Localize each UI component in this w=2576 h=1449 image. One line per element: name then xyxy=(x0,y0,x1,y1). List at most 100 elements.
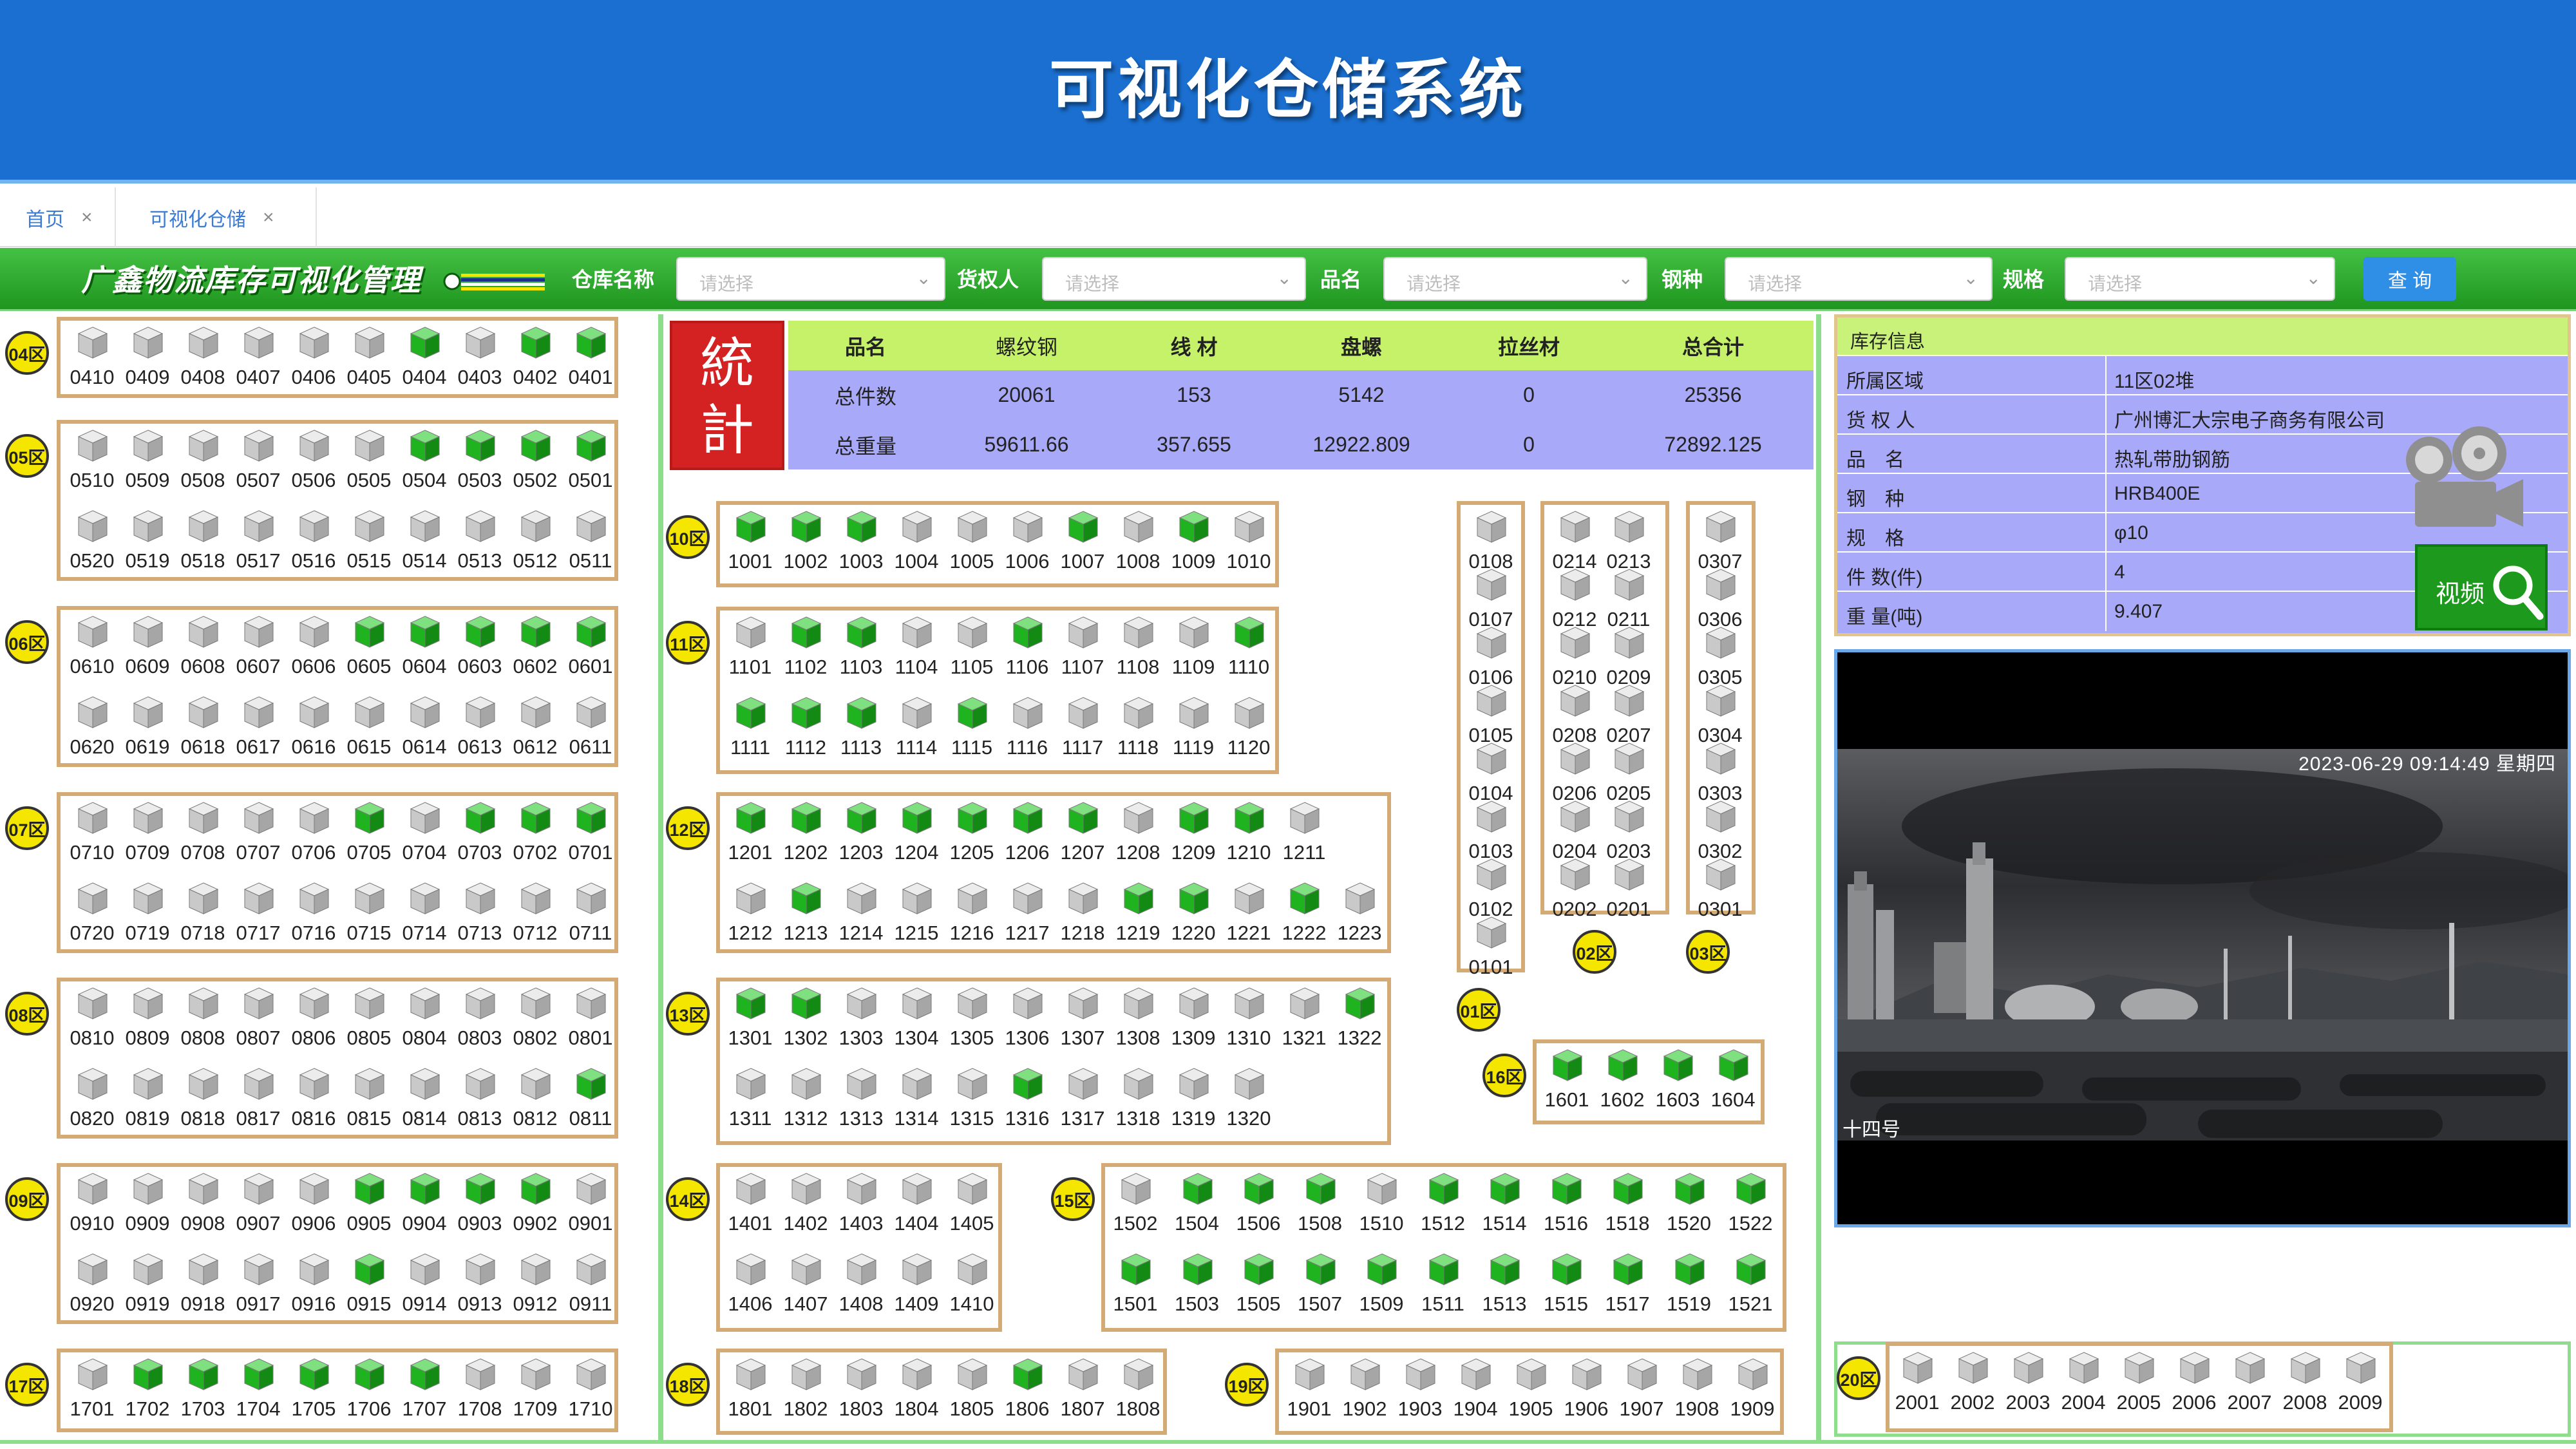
storage-slot-1518[interactable]: 1518 xyxy=(1600,1167,1655,1244)
storage-slot-0807[interactable]: 0807 xyxy=(231,981,286,1059)
storage-slot-2005[interactable]: 2005 xyxy=(2111,1346,2166,1423)
storage-slot-0507[interactable]: 0507 xyxy=(231,424,286,501)
zone-01-badge[interactable]: 01区 xyxy=(1457,988,1501,1032)
storage-slot-1110[interactable]: 1110 xyxy=(1221,611,1276,688)
storage-slot-1804[interactable]: 1804 xyxy=(889,1352,944,1430)
storage-slot-1314[interactable]: 1314 xyxy=(889,1062,944,1139)
storage-slot-0716[interactable]: 0716 xyxy=(286,876,341,954)
storage-slot-0917[interactable]: 0917 xyxy=(231,1247,286,1325)
tab-home[interactable]: 首页 × xyxy=(0,187,116,247)
storage-slot-0810[interactable]: 0810 xyxy=(64,981,120,1059)
storage-slot-1512[interactable]: 1512 xyxy=(1416,1167,1471,1244)
storage-slot-0708[interactable]: 0708 xyxy=(175,796,231,873)
storage-slot-1009[interactable]: 1009 xyxy=(1166,505,1221,582)
storage-slot-1109[interactable]: 1109 xyxy=(1166,611,1221,688)
storage-slot-0518[interactable]: 0518 xyxy=(175,504,231,582)
storage-slot-0606[interactable]: 0606 xyxy=(286,610,341,687)
storage-slot-1310[interactable]: 1310 xyxy=(1221,981,1276,1059)
storage-slot-1701[interactable]: 1701 xyxy=(64,1352,120,1430)
storage-slot-0510[interactable]: 0510 xyxy=(64,424,120,501)
storage-slot-0612[interactable]: 0612 xyxy=(507,690,563,768)
zone-06-badge[interactable]: 06区 xyxy=(5,620,49,664)
storage-slot-1204[interactable]: 1204 xyxy=(889,796,944,873)
storage-slot-1513[interactable]: 1513 xyxy=(1477,1247,1532,1325)
storage-slot-0904[interactable]: 0904 xyxy=(397,1167,452,1244)
storage-slot-1203[interactable]: 1203 xyxy=(833,796,889,873)
storage-slot-0613[interactable]: 0613 xyxy=(452,690,507,768)
storage-slot-2002[interactable]: 2002 xyxy=(1945,1346,2000,1423)
filter-owner-select[interactable]: 请选择 ⌄ xyxy=(1042,257,1306,301)
storage-slot-1223[interactable]: 1223 xyxy=(1332,876,1387,954)
storage-slot-1201[interactable]: 1201 xyxy=(723,796,778,873)
zone-17-badge[interactable]: 17区 xyxy=(5,1363,49,1406)
storage-slot-1409[interactable]: 1409 xyxy=(889,1247,944,1325)
storage-slot-0802[interactable]: 0802 xyxy=(507,981,563,1059)
storage-slot-1903[interactable]: 1903 xyxy=(1392,1352,1448,1430)
storage-slot-1509[interactable]: 1509 xyxy=(1354,1247,1409,1325)
storage-slot-0408[interactable]: 0408 xyxy=(175,321,231,398)
storage-slot-1205[interactable]: 1205 xyxy=(944,796,999,873)
storage-slot-1316[interactable]: 1316 xyxy=(999,1062,1055,1139)
storage-slot-0509[interactable]: 0509 xyxy=(120,424,175,501)
storage-slot-2003[interactable]: 2003 xyxy=(2000,1346,2056,1423)
storage-slot-0907[interactable]: 0907 xyxy=(231,1167,286,1244)
storage-slot-1106[interactable]: 1106 xyxy=(999,611,1055,688)
storage-slot-0806[interactable]: 0806 xyxy=(286,981,341,1059)
storage-slot-1112[interactable]: 1112 xyxy=(778,691,833,768)
storage-slot-0611[interactable]: 0611 xyxy=(563,690,618,768)
storage-slot-1702[interactable]: 1702 xyxy=(120,1352,175,1430)
storage-slot-0912[interactable]: 0912 xyxy=(507,1247,563,1325)
zone-19-badge[interactable]: 19区 xyxy=(1225,1363,1269,1406)
storage-slot-0820[interactable]: 0820 xyxy=(64,1062,120,1139)
storage-slot-1108[interactable]: 1108 xyxy=(1110,611,1166,688)
storage-slot-1305[interactable]: 1305 xyxy=(944,981,999,1059)
zone-16-badge[interactable]: 16区 xyxy=(1482,1054,1526,1097)
storage-slot-1315[interactable]: 1315 xyxy=(944,1062,999,1139)
storage-slot-0920[interactable]: 0920 xyxy=(64,1247,120,1325)
storage-slot-0608[interactable]: 0608 xyxy=(175,610,231,687)
storage-slot-1508[interactable]: 1508 xyxy=(1293,1167,1348,1244)
storage-slot-1114[interactable]: 1114 xyxy=(889,691,944,768)
storage-slot-0718[interactable]: 0718 xyxy=(175,876,231,954)
storage-slot-1003[interactable]: 1003 xyxy=(833,505,889,582)
storage-slot-0707[interactable]: 0707 xyxy=(231,796,286,873)
storage-slot-1002[interactable]: 1002 xyxy=(778,505,833,582)
storage-slot-0911[interactable]: 0911 xyxy=(563,1247,618,1325)
tab-visual-warehouse-close-icon[interactable]: × xyxy=(263,207,274,229)
storage-slot-0817[interactable]: 0817 xyxy=(231,1062,286,1139)
storage-slot-1111[interactable]: 1111 xyxy=(723,691,778,768)
storage-slot-1706[interactable]: 1706 xyxy=(341,1352,397,1430)
zone-20-badge[interactable]: 20区 xyxy=(1837,1356,1880,1400)
storage-slot-0801[interactable]: 0801 xyxy=(563,981,618,1059)
storage-slot-1904[interactable]: 1904 xyxy=(1448,1352,1503,1430)
storage-slot-0903[interactable]: 0903 xyxy=(452,1167,507,1244)
zone-10-badge[interactable]: 10区 xyxy=(666,515,710,559)
storage-slot-1119[interactable]: 1119 xyxy=(1166,691,1221,768)
storage-slot-1405[interactable]: 1405 xyxy=(944,1167,999,1244)
zone-08-badge[interactable]: 08区 xyxy=(5,992,49,1036)
storage-slot-1206[interactable]: 1206 xyxy=(999,796,1055,873)
storage-slot-0803[interactable]: 0803 xyxy=(452,981,507,1059)
storage-slot-0818[interactable]: 0818 xyxy=(175,1062,231,1139)
storage-slot-1517[interactable]: 1517 xyxy=(1600,1247,1655,1325)
storage-slot-1301[interactable]: 1301 xyxy=(723,981,778,1059)
storage-slot-1710[interactable]: 1710 xyxy=(563,1352,618,1430)
storage-slot-0703[interactable]: 0703 xyxy=(452,796,507,873)
storage-slot-1104[interactable]: 1104 xyxy=(889,611,944,688)
storage-slot-1319[interactable]: 1319 xyxy=(1166,1062,1221,1139)
storage-slot-1510[interactable]: 1510 xyxy=(1354,1167,1409,1244)
storage-slot-0909[interactable]: 0909 xyxy=(120,1167,175,1244)
storage-slot-1802[interactable]: 1802 xyxy=(778,1352,833,1430)
storage-slot-0409[interactable]: 0409 xyxy=(120,321,175,398)
zone-15-badge[interactable]: 15区 xyxy=(1051,1177,1095,1221)
storage-slot-1320[interactable]: 1320 xyxy=(1221,1062,1276,1139)
storage-slot-0514[interactable]: 0514 xyxy=(397,504,452,582)
storage-slot-0901[interactable]: 0901 xyxy=(563,1167,618,1244)
storage-slot-1601[interactable]: 1601 xyxy=(1539,1043,1595,1121)
storage-slot-0511[interactable]: 0511 xyxy=(563,504,618,582)
storage-slot-1222[interactable]: 1222 xyxy=(1276,876,1332,954)
storage-slot-0905[interactable]: 0905 xyxy=(341,1167,397,1244)
storage-slot-1905[interactable]: 1905 xyxy=(1503,1352,1558,1430)
storage-slot-2007[interactable]: 2007 xyxy=(2222,1346,2277,1423)
storage-slot-0615[interactable]: 0615 xyxy=(341,690,397,768)
